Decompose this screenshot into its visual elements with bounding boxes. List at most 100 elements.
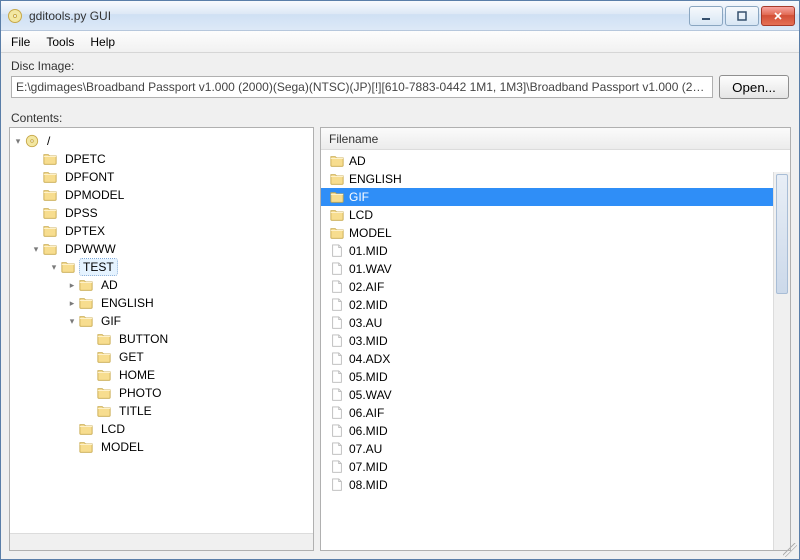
file-icon — [329, 280, 345, 294]
folder-icon — [329, 226, 345, 240]
list-pane: Filename AD ENGLISH GIFLCD MODEL 01.MID01.WA… — [320, 127, 791, 551]
list-item[interactable]: 01.WAV — [321, 260, 790, 278]
tree-toggle-icon[interactable]: ▾ — [12, 136, 24, 147]
resize-grip[interactable] — [783, 543, 797, 557]
tree-row[interactable]: ▸AD — [12, 276, 311, 294]
tree-item-label: BUTTON — [116, 331, 171, 347]
tree-item-label: PHOTO — [116, 385, 164, 401]
list-item-label: ENGLISH — [349, 172, 402, 186]
list-item-label: 06.MID — [349, 424, 388, 438]
tree-item-label: MODEL — [98, 439, 147, 455]
folder-icon — [78, 296, 94, 310]
titlebar[interactable]: gditools.py GUI — [1, 1, 799, 31]
tree-row[interactable]: ▸ ENGLISH — [12, 294, 311, 312]
app-icon — [7, 8, 23, 24]
list-vscroll-thumb[interactable] — [776, 174, 788, 294]
list-item[interactable]: 02.MID — [321, 296, 790, 314]
list-vscrollbar[interactable] — [773, 172, 790, 550]
tree-row[interactable]: HOME — [12, 366, 311, 384]
list-item[interactable]: 02.AIF — [321, 278, 790, 296]
list-item[interactable]: MODEL — [321, 224, 790, 242]
tree-hscrollbar[interactable] — [10, 533, 313, 550]
tree-item-label: DPWWW — [62, 241, 119, 257]
list-item[interactable]: AD — [321, 152, 790, 170]
list-item[interactable]: 07.AU — [321, 440, 790, 458]
folder-icon — [329, 172, 345, 186]
tree-item-label: DPFONT — [62, 169, 117, 185]
tree-row[interactable]: DPFONT — [12, 168, 311, 186]
folder-icon — [42, 170, 58, 184]
disc-image-path[interactable] — [11, 76, 713, 98]
list-item-label: 06.AIF — [349, 406, 384, 420]
filename-column-header[interactable]: Filename — [321, 128, 790, 150]
list-item[interactable]: 01.MID — [321, 242, 790, 260]
tree-row[interactable]: DPTEX — [12, 222, 311, 240]
list-item-label: MODEL — [349, 226, 392, 240]
folder-icon — [60, 260, 76, 274]
tree-row[interactable]: MODEL — [12, 438, 311, 456]
tree-row[interactable]: DPETC — [12, 150, 311, 168]
menubar: File Tools Help — [1, 31, 799, 53]
tree-row[interactable]: ▾ TEST — [12, 258, 311, 276]
list-item[interactable]: 07.MID — [321, 458, 790, 476]
tree-row[interactable]: PHOTO — [12, 384, 311, 402]
list-item[interactable]: LCD — [321, 206, 790, 224]
close-button[interactable] — [761, 6, 795, 26]
minimize-button[interactable] — [689, 6, 723, 26]
tree-row[interactable]: DPMODEL — [12, 186, 311, 204]
list-item-label: 02.AIF — [349, 280, 384, 294]
file-icon — [329, 316, 345, 330]
tree-toggle-icon[interactable]: ▾ — [30, 244, 42, 255]
file-icon — [329, 478, 345, 492]
tree-row[interactable]: GET — [12, 348, 311, 366]
list-item[interactable]: 04.ADX — [321, 350, 790, 368]
folder-icon — [96, 386, 112, 400]
file-icon — [329, 262, 345, 276]
tree-row[interactable]: LCD — [12, 420, 311, 438]
file-icon — [329, 424, 345, 438]
list-item-label: 07.MID — [349, 460, 388, 474]
tree-toggle-icon[interactable]: ▾ — [66, 316, 78, 327]
tree-row[interactable]: BUTTON — [12, 330, 311, 348]
menu-file[interactable]: File — [3, 33, 38, 51]
folder-icon — [42, 242, 58, 256]
list-item[interactable]: 06.MID — [321, 422, 790, 440]
list-item[interactable]: GIF — [321, 188, 790, 206]
folder-icon — [329, 208, 345, 222]
app-window: gditools.py GUI File Tools Help Disc Ima… — [0, 0, 800, 560]
list-item[interactable]: 05.MID — [321, 368, 790, 386]
tree-item-label: DPETC — [62, 151, 109, 167]
list-item[interactable]: 08.MID — [321, 476, 790, 494]
tree-row[interactable]: ▾/ — [12, 132, 311, 150]
open-button[interactable]: Open... — [719, 75, 789, 99]
tree-row[interactable]: ▾ DPWWW — [12, 240, 311, 258]
tree-item-label: ENGLISH — [98, 295, 157, 311]
tree-item-label: TEST — [80, 259, 117, 275]
tree-toggle-icon[interactable]: ▾ — [48, 262, 60, 273]
folder-icon — [329, 190, 345, 204]
maximize-button[interactable] — [725, 6, 759, 26]
folder-icon — [42, 206, 58, 220]
list-item[interactable]: 03.AU — [321, 314, 790, 332]
tree-row[interactable]: ▾GIF — [12, 312, 311, 330]
folder-icon — [42, 224, 58, 238]
list-item[interactable]: ENGLISH — [321, 170, 790, 188]
tree-scroll[interactable]: ▾/DPETCDPFONTDPMODELDPSSDPTEX▾DPWWW▾TEST… — [10, 128, 313, 533]
tree-toggle-icon[interactable]: ▸ — [66, 298, 78, 309]
disc-image-row: Open... — [1, 75, 799, 105]
list-item[interactable]: 06.AIF — [321, 404, 790, 422]
tree-toggle-icon[interactable]: ▸ — [66, 280, 78, 291]
folder-icon — [78, 440, 94, 454]
tree-row[interactable]: DPSS — [12, 204, 311, 222]
file-icon — [329, 460, 345, 474]
tree-row[interactable]: TITLE — [12, 402, 311, 420]
list-item[interactable]: 03.MID — [321, 332, 790, 350]
menu-tools[interactable]: Tools — [38, 33, 82, 51]
menu-help[interactable]: Help — [82, 33, 123, 51]
tree-item-label: GET — [116, 349, 147, 365]
list-item[interactable]: 05.WAV — [321, 386, 790, 404]
folder-tree: ▾/DPETCDPFONTDPMODELDPSSDPTEX▾DPWWW▾TEST… — [10, 128, 313, 460]
list-scroll[interactable]: AD ENGLISH GIFLCD MODEL 01.MID01.WAV 02.AIF 02… — [321, 150, 790, 550]
cd-icon — [24, 134, 40, 148]
tree-item-label: LCD — [98, 421, 128, 437]
